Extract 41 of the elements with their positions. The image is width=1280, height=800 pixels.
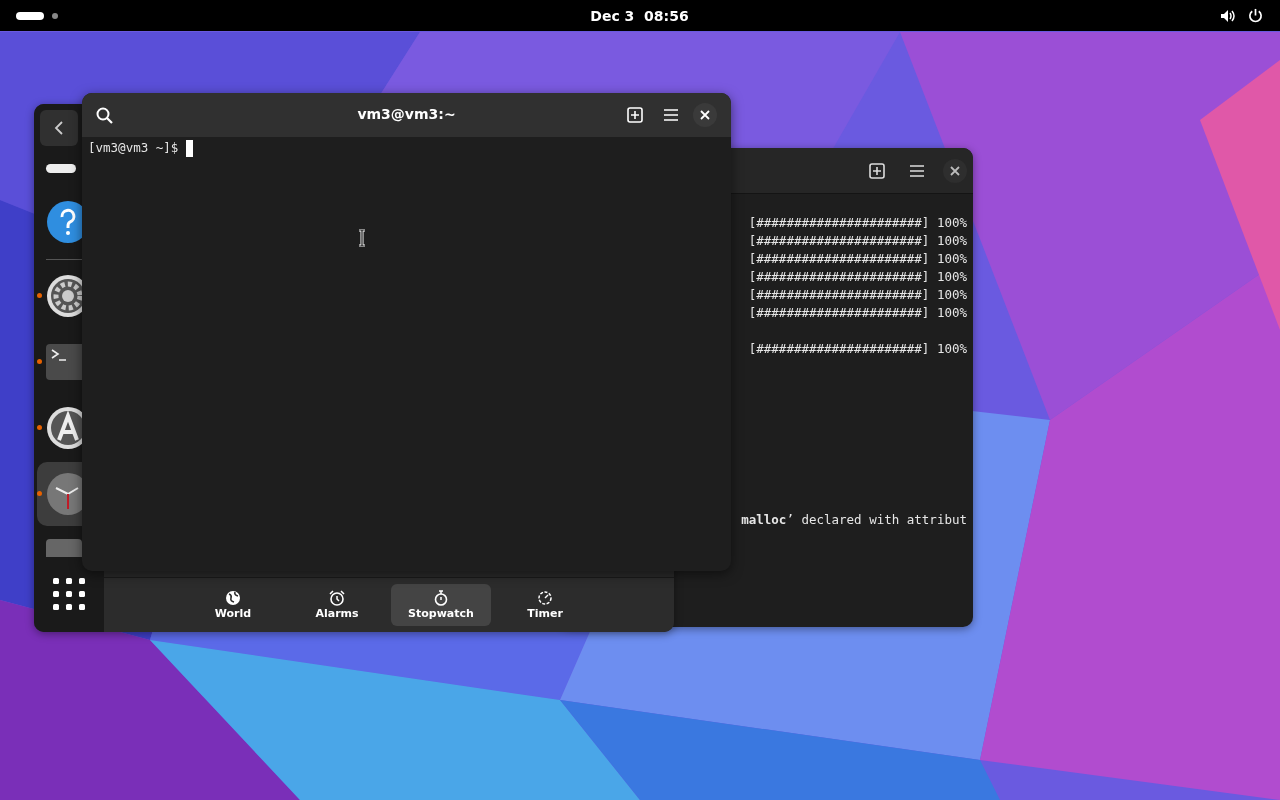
alarm-clock-icon xyxy=(329,590,345,606)
back-button[interactable] xyxy=(40,110,78,146)
timer-icon xyxy=(537,590,553,606)
terminal-line: malloc’ declared with attribut xyxy=(741,511,967,529)
clock-text[interactable]: Dec 3 08:56 xyxy=(590,7,689,24)
window-title: vm3@vm3:~ xyxy=(356,106,457,122)
terminal-line: [######################] 100% xyxy=(748,232,967,250)
menu-icon xyxy=(663,108,679,122)
close-button[interactable] xyxy=(693,103,717,127)
plus-square-icon xyxy=(869,162,885,179)
close-icon xyxy=(700,110,710,120)
terminal-line: [######################] 100% xyxy=(748,250,967,268)
search-icon xyxy=(95,106,113,124)
i-beam-pointer-icon xyxy=(358,229,366,247)
stopwatch-icon xyxy=(433,590,449,606)
terminal-line: [######################] 100% xyxy=(748,214,967,232)
chevron-left-icon xyxy=(53,120,65,136)
view-tab[interactable]: Alarms xyxy=(287,584,387,626)
plus-square-icon xyxy=(627,107,643,123)
app-grid-icon[interactable] xyxy=(53,578,85,610)
text-cursor xyxy=(186,139,194,157)
terminal-line: [######################] 100% xyxy=(748,340,967,358)
terminal-line: [######################] 100% xyxy=(748,286,967,304)
volume-icon[interactable] xyxy=(1220,8,1236,23)
close-button[interactable] xyxy=(943,158,967,183)
terminal-line: [######################] 100% xyxy=(748,268,967,286)
help-icon[interactable] xyxy=(46,200,82,244)
view-tab[interactable]: World xyxy=(183,584,283,626)
shell-prompt: [vm3@vm3 ~]$ xyxy=(88,139,179,157)
menu-icon xyxy=(909,163,925,178)
close-icon xyxy=(950,165,960,176)
terminal-icon[interactable] xyxy=(46,344,82,380)
terminal-line: [######################] 100% xyxy=(748,304,967,322)
view-tab[interactable]: Timer xyxy=(495,584,595,626)
power-icon[interactable] xyxy=(1248,8,1263,23)
view-tab[interactable]: Stopwatch xyxy=(391,584,491,626)
window-pill-icon[interactable] xyxy=(46,163,76,173)
workspace-dot-icon[interactable] xyxy=(52,12,58,19)
globe-icon xyxy=(225,590,241,606)
workspace-indicator-icon[interactable] xyxy=(16,11,44,20)
clock-icon[interactable] xyxy=(46,472,82,516)
